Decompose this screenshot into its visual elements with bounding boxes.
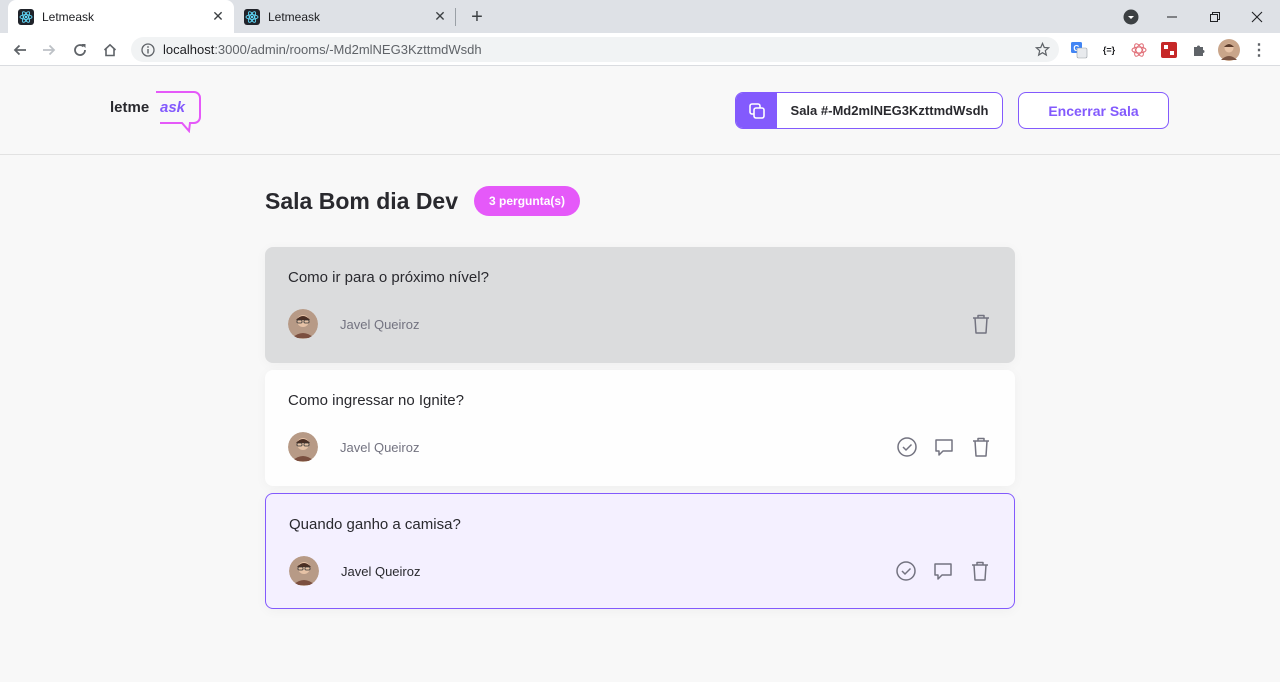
tab-title: Letmeask: [268, 9, 321, 24]
red-extension-icon[interactable]: [1160, 41, 1178, 59]
home-button[interactable]: [98, 38, 122, 62]
restore-button[interactable]: [1192, 0, 1238, 33]
speech-bubble-icon: [934, 563, 952, 580]
question-actions: [895, 435, 993, 459]
url-path: :3000/admin/rooms/-Md2mlNEG3KzttmdWsdh: [214, 42, 482, 57]
question-card: Como ir para o próximo nível? Javel Quei…: [265, 247, 1015, 363]
trash-icon: [973, 314, 989, 334]
url-text[interactable]: localhost:3000/admin/rooms/-Md2mlNEG3Kzt…: [163, 42, 1033, 57]
avatar: [288, 432, 318, 462]
browser-tab-2[interactable]: Letmeask ✕: [234, 0, 456, 33]
tab-separator: [455, 8, 456, 26]
question-author: Javel Queiroz: [288, 432, 419, 462]
avatar: [289, 556, 319, 586]
question-text: Como ir para o próximo nível?: [288, 269, 489, 286]
browser-tab-bar: Letmeask ✕ Letmeask ✕ +: [0, 0, 1280, 33]
delete-question-button[interactable]: [969, 435, 993, 459]
mark-answered-button[interactable]: [894, 559, 918, 583]
profile-avatar[interactable]: [1218, 39, 1240, 61]
react-favicon-icon: [18, 8, 34, 25]
question-card: Quando ganho a camisa? Javel Queiroz: [265, 493, 1015, 609]
delete-question-button[interactable]: [969, 312, 993, 336]
avatar: [288, 309, 318, 339]
tab-title: Letmeask: [42, 9, 95, 24]
window-close-button[interactable]: [1234, 0, 1280, 33]
url-host: localhost: [163, 42, 215, 57]
delete-question-button[interactable]: [968, 559, 992, 583]
highlight-question-button[interactable]: [931, 559, 955, 583]
question-author: Javel Queiroz: [288, 309, 419, 339]
copy-icon: [748, 102, 765, 119]
minimize-button[interactable]: [1149, 0, 1195, 33]
copy-room-code-button[interactable]: Sala #-Md2mlNEG3KzttmdWsdh: [735, 92, 1003, 129]
reload-icon: [74, 44, 86, 56]
minimize-icon: [1167, 16, 1177, 17]
translate-extension-icon[interactable]: G: [1070, 41, 1088, 59]
letmeask-logo[interactable]: letme ask: [110, 89, 202, 134]
back-button[interactable]: [8, 38, 32, 62]
arrow-left-icon: [13, 44, 26, 56]
room-title-row: Sala Bom dia Dev 3 pergunta(s): [265, 185, 581, 217]
mark-answered-button[interactable]: [895, 435, 919, 459]
reload-button[interactable]: [68, 38, 92, 62]
question-card: Como ingressar no Ignite? Javel Queiroz: [265, 370, 1015, 486]
check-circle-icon: [896, 561, 916, 581]
app-header: letme ask Sala #-Md2mlNEG3KzttmdWsdh Enc…: [0, 67, 1280, 155]
info-icon[interactable]: [141, 42, 155, 57]
menu-kebab-icon[interactable]: ⋮: [1250, 41, 1268, 59]
logo-text-primary: letme: [110, 99, 149, 116]
author-name: Javel Queiroz: [340, 316, 420, 332]
question-count-badge: 3 pergunta(s): [474, 186, 581, 216]
check-circle-icon: [897, 437, 917, 457]
question-actions: [894, 559, 992, 583]
author-name: Javel Queiroz: [341, 563, 421, 579]
close-icon: [1251, 11, 1263, 22]
question-actions: [969, 312, 993, 336]
address-bar[interactable]: localhost:3000/admin/rooms/-Md2mlNEG3Kzt…: [131, 37, 1059, 62]
json-extension-icon[interactable]: {=}: [1100, 41, 1118, 59]
question-text: Quando ganho a camisa?: [289, 516, 461, 533]
forward-button[interactable]: [37, 38, 61, 62]
trash-icon: [972, 561, 988, 581]
speech-bubble-icon: [935, 439, 953, 456]
browser-tab-1[interactable]: Letmeask ✕: [8, 0, 234, 33]
restore-icon: [1210, 11, 1220, 22]
close-icon[interactable]: ✕: [210, 8, 226, 25]
copy-icon-box: [736, 93, 777, 128]
bookmark-star-icon[interactable]: [1033, 41, 1051, 59]
new-tab-button[interactable]: +: [466, 6, 488, 28]
chevron-down-icon: [1123, 9, 1139, 24]
arrow-right-icon: [43, 44, 56, 56]
question-author: Javel Queiroz: [289, 556, 420, 586]
trash-icon: [973, 437, 989, 457]
question-text: Como ingressar no Ignite?: [288, 392, 464, 409]
react-favicon-icon: [244, 8, 260, 25]
author-name: Javel Queiroz: [340, 439, 420, 455]
puzzle-extensions-icon[interactable]: [1190, 41, 1208, 59]
page-title: Sala Bom dia Dev: [265, 187, 459, 214]
highlight-question-button[interactable]: [932, 435, 956, 459]
browser-toolbar: localhost:3000/admin/rooms/-Md2mlNEG3Kzt…: [0, 33, 1280, 66]
room-code-label: Sala #-Md2mlNEG3KzttmdWsdh: [790, 103, 989, 118]
close-icon[interactable]: ✕: [432, 8, 448, 25]
close-room-button[interactable]: Encerrar Sala: [1018, 92, 1169, 129]
tab-search-button[interactable]: [1108, 0, 1154, 33]
home-icon: [103, 43, 117, 57]
logo-text-accent: ask: [160, 99, 186, 116]
react-devtools-icon[interactable]: [1130, 41, 1148, 59]
